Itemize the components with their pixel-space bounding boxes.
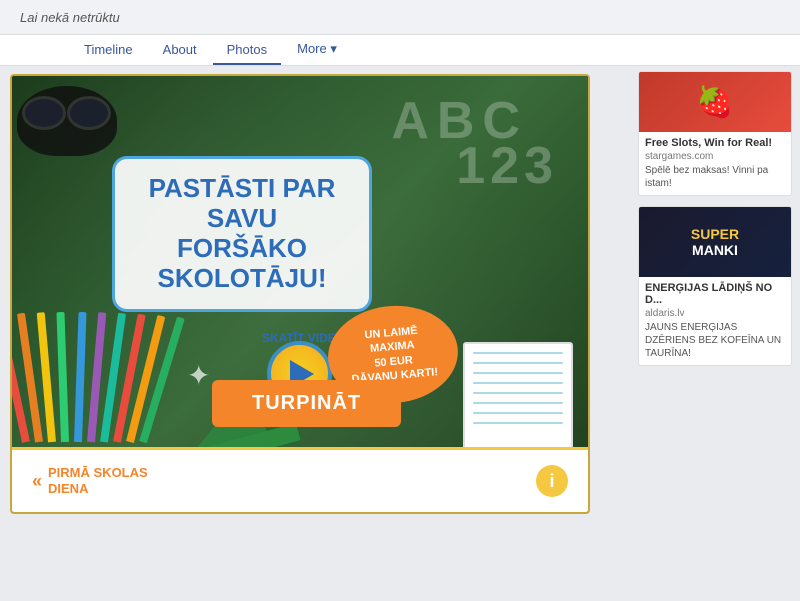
main-speech-bubble: PASTĀSTI PAR SAVU FORŠĀKO SKOLOTĀJU! (112, 156, 372, 312)
pencil-5 (74, 312, 87, 442)
main-content: ABC 123 (0, 66, 630, 601)
ad-card-energy[interactable]: SUPERMANKI ENERĢIJAS LĀDIŅŠ NO D... alda… (638, 206, 792, 366)
ad-content-slots: Free Slots, Win for Real! stargames.com … (639, 132, 791, 195)
promo-footer: « PIRMĀ SKOLAS DIENA i (12, 447, 588, 512)
ad-source-energy: aldaris.lv (645, 308, 785, 319)
notebook-line (473, 372, 563, 374)
sunglasses-decoration (17, 86, 117, 156)
bubble-main-text: PASTĀSTI PAR SAVU FORŠĀKO SKOLOTĀJU! (135, 174, 349, 294)
ad-title-energy: ENERĢIJAS LĀDIŅŠ NO D... (645, 282, 785, 306)
ad-source-slots: stargames.com (645, 151, 785, 162)
right-sidebar: 🍓 Free Slots, Win for Real! stargames.co… (630, 66, 800, 601)
super-manki-label: SUPERMANKI (691, 226, 739, 258)
back-arrows-icon: « (32, 471, 42, 492)
ad-image-slots: 🍓 (639, 72, 791, 132)
ad-content-energy: ENERĢIJAS LĀDIŅŠ NO D... aldaris.lv JAUN… (639, 277, 791, 365)
strawberry-icon: 🍓 (696, 85, 733, 120)
turpinat-button[interactable]: TURPINĀT (212, 380, 401, 427)
ad-desc-slots: Spēlē bez maksas! Vinni pa istam! (645, 164, 785, 190)
tab-more[interactable]: More ▾ (283, 35, 351, 65)
tab-about[interactable]: About (149, 35, 211, 65)
notebook-line (473, 392, 563, 394)
promo-background: ABC 123 (12, 76, 588, 512)
notebook-line (473, 362, 563, 364)
notebook-line (473, 352, 563, 354)
notebook-lines (465, 344, 571, 440)
notebook-line (473, 402, 563, 404)
back-label: PIRMĀ SKOLAS DIENA (48, 465, 148, 496)
back-button[interactable]: « PIRMĀ SKOLAS DIENA (32, 465, 148, 496)
star-search-icon: ✦ (187, 359, 210, 392)
nav-tabs: Timeline About Photos More ▾ (0, 35, 800, 65)
chalk-123-text: 123 (456, 136, 558, 196)
notebook-line (473, 412, 563, 414)
cover-text: Lai nekā netrūktu (20, 10, 120, 25)
tab-timeline[interactable]: Timeline (70, 35, 147, 65)
orange-bubble-text: UN LAIMĒ MAXIMA50 EURDĀVANU KARTI! (341, 322, 446, 388)
notebook-line (473, 382, 563, 384)
pencil-4 (56, 312, 69, 442)
tab-photos[interactable]: Photos (213, 35, 281, 65)
ad-title-slots: Free Slots, Win for Real! (645, 137, 785, 149)
cover-area: Lai nekā netrūktu (0, 0, 800, 35)
ad-card-slots[interactable]: 🍓 Free Slots, Win for Real! stargames.co… (638, 71, 792, 196)
ad-desc-energy: JAUNS ENERĢIJAS DZĒRIENS BEZ KOFEĪNA UN … (645, 321, 785, 360)
facebook-header: Lai nekā netrūktu Timeline About Photos … (0, 0, 800, 66)
info-button[interactable]: i (536, 465, 568, 497)
promo-card: ABC 123 (10, 74, 590, 514)
notebook-line (473, 422, 563, 424)
ad-image-energy: SUPERMANKI (639, 207, 791, 277)
main-layout: ABC 123 (0, 66, 800, 601)
